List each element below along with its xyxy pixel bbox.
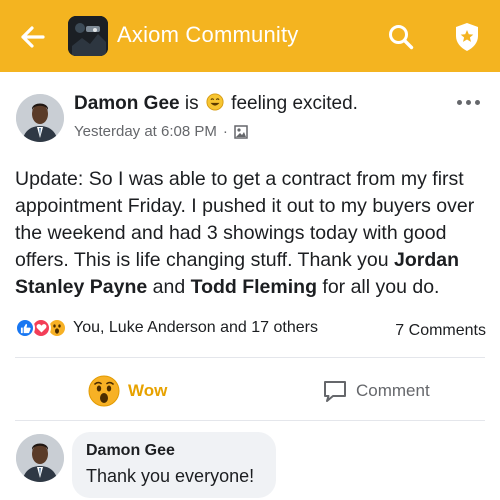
dot-icon <box>474 99 480 105</box>
reactions-text: You, Luke Anderson and 17 others <box>73 319 318 336</box>
comment-bubble[interactable]: Damon Gee Thank you everyone! <box>72 432 276 498</box>
comments-count[interactable]: 7 Comments <box>395 322 486 340</box>
post-timestamp[interactable]: Yesterday at 6:08 PM <box>74 123 217 140</box>
top-bar: Axiom Community <box>0 0 500 72</box>
divider <box>15 357 485 358</box>
app-title: Axiom Community <box>117 22 299 47</box>
search-button[interactable] <box>384 20 418 54</box>
excited-emoji-icon <box>206 93 224 111</box>
comment-text: Thank you everyone! <box>86 466 255 486</box>
wow-reaction-button[interactable]: Wow <box>88 372 167 410</box>
post-body: Update: So I was able to get a contract … <box>15 166 490 301</box>
post-meta: Yesterday at 6:08 PM · <box>74 123 248 140</box>
post-body-outro: for all you do. <box>316 276 440 298</box>
comment-label: Comment <box>356 381 430 400</box>
post-body-and: and <box>147 276 191 298</box>
group-avatar[interactable] <box>68 16 108 56</box>
dot-icon <box>465 99 471 105</box>
like-reaction-icon <box>15 318 35 338</box>
comment-author-name[interactable]: Damon Gee <box>86 442 262 460</box>
comment-bubble-icon <box>324 381 346 402</box>
dot-icon <box>456 99 462 105</box>
wow-label: Wow <box>128 381 168 400</box>
photo-album-icon <box>234 124 248 139</box>
meta-separator: · <box>222 123 228 140</box>
mention-todd-fleming[interactable]: Todd Fleming <box>191 276 317 298</box>
back-button[interactable] <box>16 20 50 54</box>
divider <box>15 420 485 421</box>
author-avatar[interactable] <box>16 94 64 142</box>
search-icon <box>389 25 414 50</box>
wow-face-icon <box>88 375 120 407</box>
post-header-line: Damon Gee is feeling excited. <box>74 93 358 115</box>
reactions-summary[interactable]: You, Luke Anderson and 17 others <box>15 318 318 338</box>
shield-star-icon <box>456 23 478 51</box>
admin-shield-button[interactable] <box>450 19 484 55</box>
more-options-button[interactable] <box>450 92 486 112</box>
comment-button[interactable]: Comment <box>322 372 430 410</box>
commenter-avatar[interactable] <box>16 434 64 482</box>
feeling-text: feeling excited. <box>231 93 358 114</box>
post-author-name[interactable]: Damon Gee <box>74 93 180 114</box>
is-text: is <box>184 93 199 114</box>
arrow-left-icon <box>21 26 45 48</box>
